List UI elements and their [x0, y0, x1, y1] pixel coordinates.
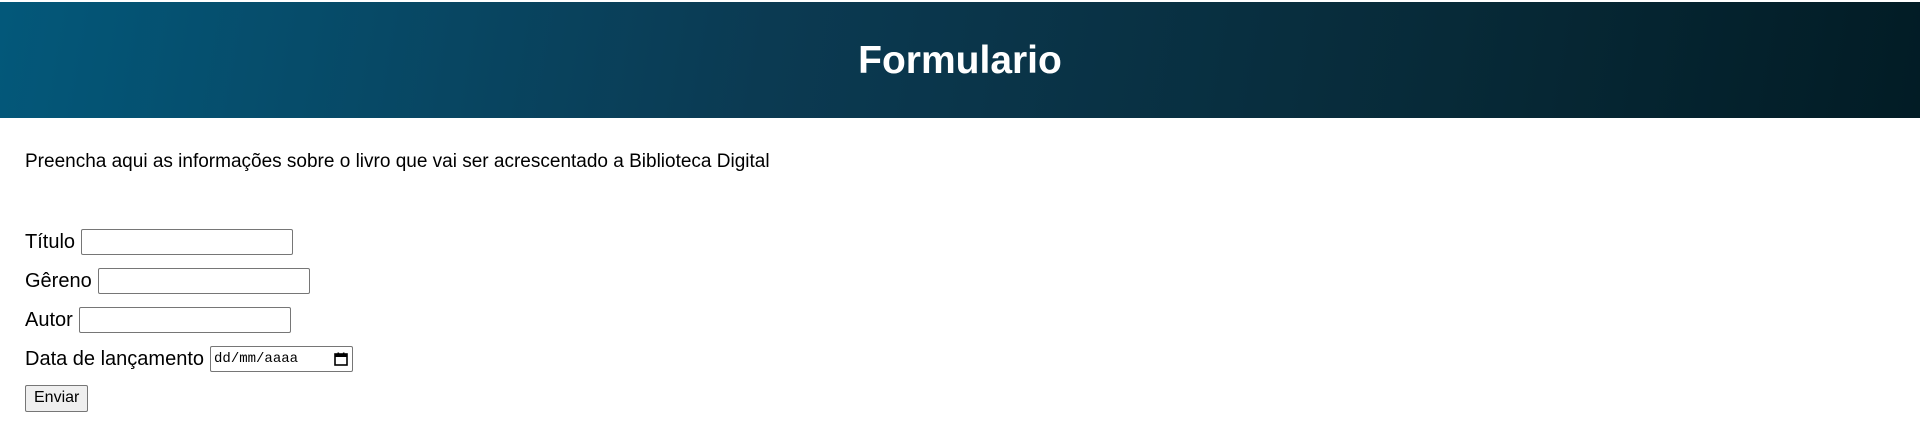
intro-text: Preencha aqui as informações sobre o liv… [25, 151, 770, 172]
date-placeholder: dd/mm/aaaa [214, 350, 299, 367]
calendar-icon[interactable] [334, 352, 348, 366]
data-lancamento-input[interactable]: dd/mm/aaaa [210, 345, 354, 372]
page-title: Formulario [858, 38, 1062, 82]
genero-label: Gêreno [25, 269, 92, 292]
form-row-genero: Gêreno [25, 261, 353, 300]
titulo-label: Título [25, 230, 76, 253]
form-row-titulo: Título [25, 222, 353, 261]
autor-input[interactable] [78, 306, 291, 333]
submit-button[interactable]: Enviar [25, 384, 89, 412]
page-header: Formulario [0, 2, 1920, 118]
data-lancamento-label: Data de lançamento [25, 347, 205, 370]
form-row-autor: Autor [25, 300, 353, 339]
form-row-data-lancamento: Data de lançamento dd/mm/aaaa [25, 339, 354, 378]
genero-input[interactable] [97, 267, 310, 294]
book-form: Título Gêreno Autor Data de lançamento d… [25, 222, 354, 418]
autor-label: Autor [25, 308, 73, 331]
titulo-input[interactable] [81, 228, 294, 255]
form-row-submit: Enviar [25, 378, 353, 418]
